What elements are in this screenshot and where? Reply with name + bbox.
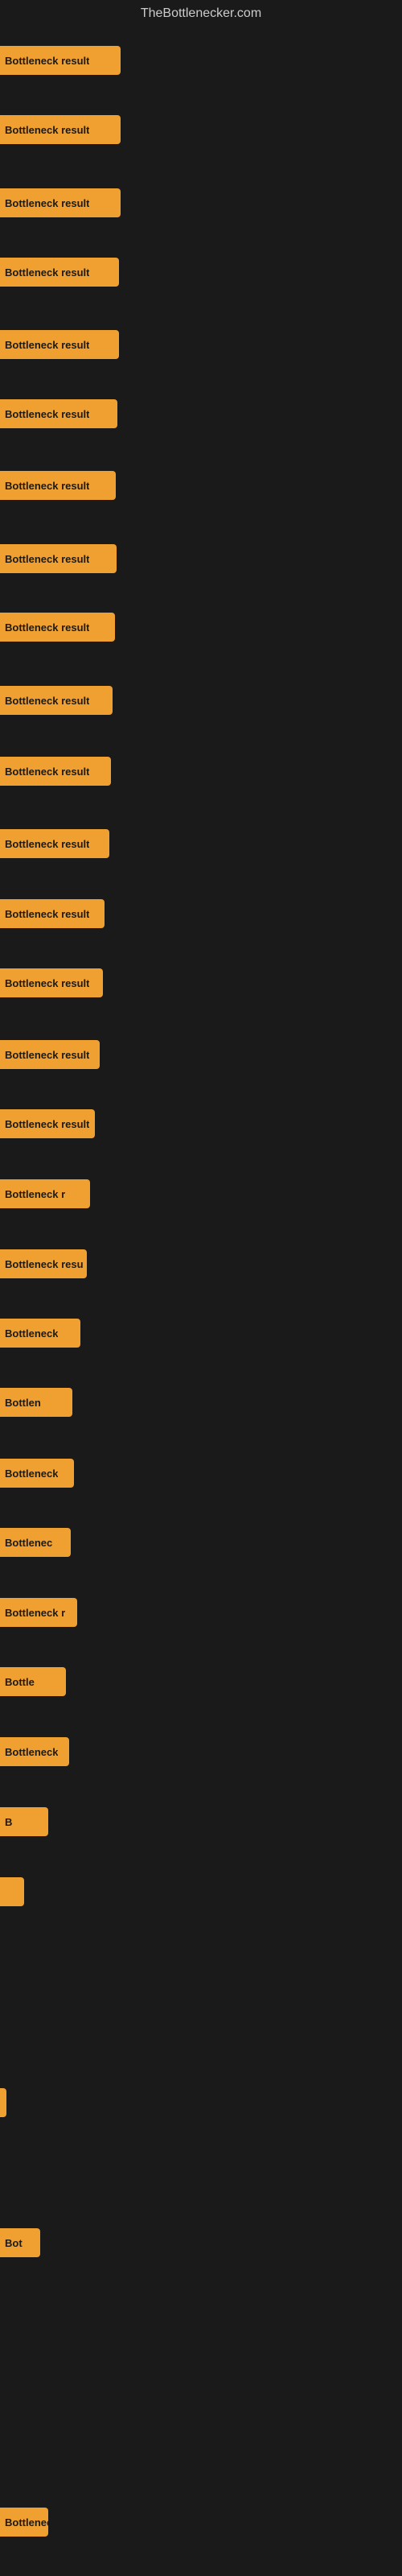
bottleneck-result-label: Bottleneck result [5, 838, 89, 850]
bottleneck-result-label: Bottleneck result [5, 908, 89, 920]
bottleneck-result-label: Bottlenec [5, 1537, 52, 1549]
bottleneck-result-bar: Bottleneck result [0, 115, 121, 144]
bars-container: Bottleneck result Bottleneck result Bottle… [0, 0, 402, 2576]
bottleneck-result-bar: Bottleneck re [0, 2508, 48, 2537]
bottleneck-result-bar: Bottleneck result [0, 613, 115, 642]
bottleneck-result-label: Bot [5, 2237, 23, 2249]
bottleneck-result-label: Bottleneck result [5, 695, 89, 707]
bottleneck-result-bar: Bottleneck result [0, 188, 121, 217]
bottleneck-result-bar: B [0, 1807, 48, 1836]
bottleneck-result-label: Bottleneck result [5, 1049, 89, 1061]
bottleneck-result-label: Bottleneck result [5, 266, 89, 279]
bottleneck-result-bar: Bottleneck result [0, 330, 119, 359]
bottleneck-result-bar: Bottleneck result [0, 258, 119, 287]
bottleneck-result-bar: Bottleneck result [0, 46, 121, 75]
bottleneck-result-bar: Bottleneck result [0, 757, 111, 786]
bottleneck-result-label: Bottleneck result [5, 766, 89, 778]
bottleneck-result-label: Bottleneck result [5, 408, 89, 420]
bottleneck-result-bar: Bottleneck result [0, 829, 109, 858]
bottleneck-result-bar [0, 2088, 6, 2117]
bottleneck-result-label: Bottleneck re [5, 2516, 48, 2529]
bottleneck-result-label: Bottleneck r [5, 1188, 65, 1200]
bottleneck-result-label: Bottleneck result [5, 480, 89, 492]
bottleneck-result-bar: Bottleneck result [0, 968, 103, 997]
bottleneck-result-bar: Bottleneck result [0, 544, 117, 573]
bottleneck-result-label: Bottleneck result [5, 621, 89, 634]
bottleneck-result-label: Bottleneck result [5, 1118, 89, 1130]
bottleneck-result-label: Bottleneck [5, 1468, 58, 1480]
bottleneck-result-label: Bottleneck result [5, 55, 89, 67]
bottleneck-result-label: Bottleneck result [5, 197, 89, 209]
bottleneck-result-bar: Bottleneck result [0, 899, 105, 928]
bottleneck-result-label: Bottleneck result [5, 339, 89, 351]
bottleneck-result-label: Bottleneck resu [5, 1258, 84, 1270]
bottleneck-result-label: Bottleneck r [5, 1607, 65, 1619]
bottleneck-result-bar: Bottleneck resu [0, 1249, 87, 1278]
bottleneck-result-bar: Bottle [0, 1667, 66, 1696]
bottleneck-result-bar: Bottleneck [0, 1319, 80, 1348]
bottleneck-result-bar: Bot [0, 2228, 40, 2257]
bottleneck-result-bar: Bottleneck r [0, 1598, 77, 1627]
bottleneck-result-label: Bottle [5, 1676, 35, 1688]
bottleneck-result-bar: Bottleneck r [0, 1179, 90, 1208]
bottleneck-result-label: B [5, 1816, 12, 1828]
bottleneck-result-bar [0, 1877, 24, 1906]
bottleneck-result-label: Bottleneck [5, 1327, 58, 1340]
bottleneck-result-bar: Bottleneck [0, 1459, 74, 1488]
bottleneck-result-label: Bottlen [5, 1397, 41, 1409]
bottleneck-result-bar: Bottleneck result [0, 1040, 100, 1069]
bottleneck-result-bar: Bottlenec [0, 1528, 71, 1557]
bottleneck-result-bar: Bottleneck result [0, 471, 116, 500]
bottleneck-result-bar: Bottleneck result [0, 399, 117, 428]
bottleneck-result-label: Bottleneck [5, 1746, 58, 1758]
bottleneck-result-label: Bottleneck result [5, 553, 89, 565]
bottleneck-result-bar: Bottleneck result [0, 1109, 95, 1138]
bottleneck-result-bar: Bottleneck result [0, 686, 113, 715]
bottleneck-result-label: Bottleneck result [5, 977, 89, 989]
bottleneck-result-bar: Bottlen [0, 1388, 72, 1417]
bottleneck-result-bar: Bottleneck [0, 1737, 69, 1766]
bottleneck-result-label: Bottleneck result [5, 124, 89, 136]
